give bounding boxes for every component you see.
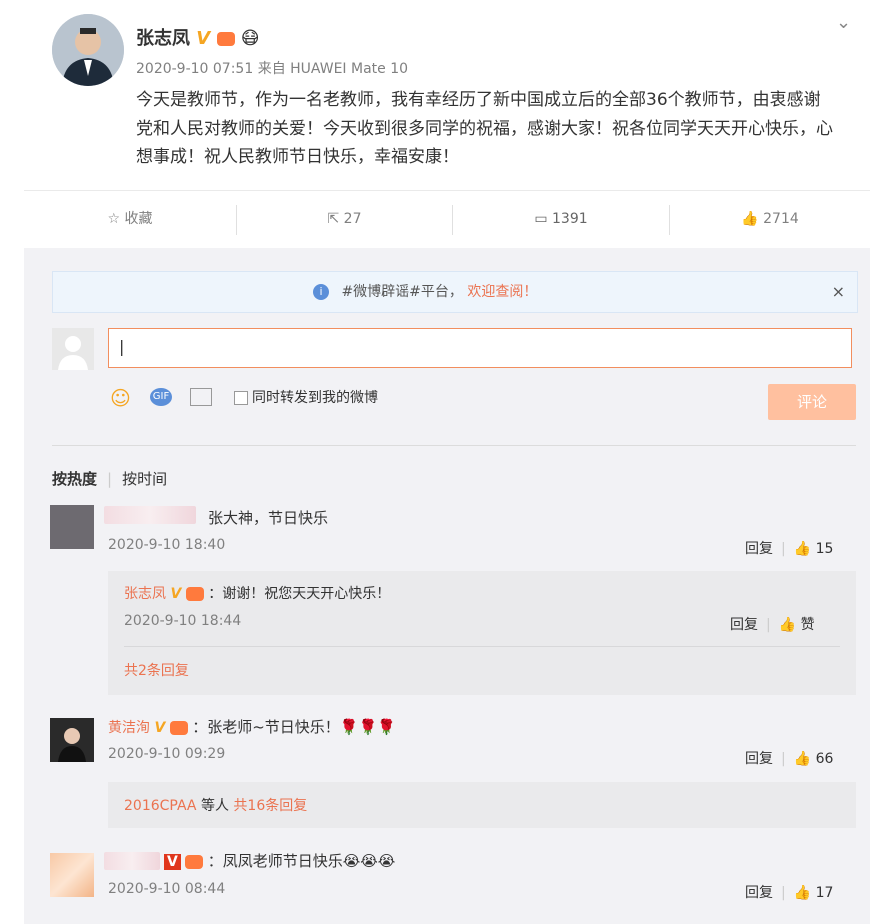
comment-header: 黄洁洵 V ：张老师~节日快乐！🌹🌹🌹: [108, 716, 396, 737]
verified-icon: V: [170, 586, 182, 602]
comment-text: 张大神，节日快乐: [208, 509, 329, 527]
gif-icon[interactable]: GIF: [150, 388, 172, 406]
comment-ops: 回复 | 👍 17: [745, 885, 834, 901]
repost-checkbox[interactable]: [234, 391, 248, 405]
verified-icon: V: [164, 854, 181, 870]
sort-by-hot-tab[interactable]: 按热度: [52, 470, 97, 488]
commenter-avatar[interactable]: [50, 853, 94, 897]
image-icon[interactable]: [190, 388, 212, 406]
member-badge-icon: [185, 855, 204, 869]
verified-icon: V: [154, 720, 166, 736]
reply-button[interactable]: 回复: [730, 617, 758, 633]
star-icon: ☆: [107, 211, 121, 227]
emoji-icon[interactable]: ☺: [110, 386, 131, 410]
reply-ops: 回复 | 👍 赞: [730, 617, 815, 633]
comment-ops: 回复 | 👍 15: [745, 541, 834, 557]
commenter-name-blurred[interactable]: [104, 506, 196, 524]
chevron-down-icon[interactable]: ⌄: [836, 12, 856, 33]
member-badge-icon: [185, 587, 204, 601]
forward-button[interactable]: ⇱ 27: [237, 191, 452, 247]
submit-comment-button[interactable]: 评论: [768, 384, 856, 420]
member-badge-icon: [169, 721, 188, 735]
divider: [124, 646, 840, 647]
favorite-button[interactable]: ☆ 收藏: [24, 191, 236, 247]
comment-input[interactable]: |: [108, 328, 852, 368]
post-content: 今天是教师节，作为一名老教师，我有幸经历了新中国成立后的全部36个教师节，由衷感…: [136, 90, 833, 167]
thumbs-up-icon[interactable]: 👍: [794, 751, 811, 767]
repost-checkbox-label[interactable]: 同时转发到我的微博: [252, 387, 378, 407]
commenter-avatar[interactable]: [50, 718, 94, 762]
more-replies-row: 2016CPAA 等人 共16条回复: [124, 798, 308, 814]
comment-text: ：凤凤老师节日快乐😭😭😭: [207, 852, 396, 870]
thumbs-up-icon[interactable]: 👍: [779, 617, 796, 633]
reply-button[interactable]: 回复: [745, 541, 773, 557]
thumbs-up-icon: 👍: [741, 211, 759, 227]
verified-icon: V: [196, 28, 211, 49]
forward-icon: ⇱: [327, 211, 340, 227]
replier-link[interactable]: 2016CPAA: [124, 798, 197, 814]
notice-link[interactable]: 欢迎查阅！: [467, 284, 537, 300]
author-avatar[interactable]: [52, 14, 124, 86]
commenter-name-blurred[interactable]: [104, 852, 160, 870]
reply-author[interactable]: 张志凤: [124, 586, 166, 602]
more-replies-link[interactable]: 共16条回复: [233, 798, 307, 814]
reply-button[interactable]: 回复: [745, 885, 773, 901]
post-meta: 2020-9-10 07:51 来自 HUAWEI Mate 10: [136, 61, 409, 77]
comment-time: 2020-9-10 09:29: [108, 746, 226, 762]
close-icon[interactable]: ×: [832, 282, 845, 301]
comment-time: 2020-9-10 08:44: [108, 881, 226, 897]
notice-bar: i #微博辟谣#平台， 欢迎查阅！ ×: [52, 271, 858, 313]
thumbs-up-icon[interactable]: 👍: [794, 885, 811, 901]
author-name[interactable]: 张志凤 V 😷: [136, 24, 260, 50]
face-badge-icon: 😷: [240, 28, 260, 49]
comment-header: V ：凤凤老师节日快乐😭😭😭: [164, 850, 395, 871]
reply-button[interactable]: 回复: [745, 751, 773, 767]
sort-by-time-tab[interactable]: 按时间: [122, 470, 167, 488]
reply-item: 张志凤 V ：谢谢！祝您天天开心快乐！: [124, 586, 391, 602]
comment-text: ：张老师~节日快乐！🌹🌹🌹: [192, 718, 396, 736]
reply-time: 2020-9-10 18:44: [124, 613, 242, 629]
member-badge-icon: [216, 32, 235, 46]
like-label[interactable]: 赞: [801, 617, 815, 633]
comment-time: 2020-9-10 18:40: [108, 537, 226, 553]
comment-ops: 回复 | 👍 66: [745, 751, 834, 767]
comment-button[interactable]: ▭ 1391: [453, 191, 669, 247]
info-icon: i: [313, 284, 329, 300]
post-actions: ☆ 收藏 ⇱ 27 ▭ 1391 👍 2714: [24, 191, 870, 247]
comment-icon: ▭: [534, 211, 548, 227]
sort-tabs: 按热度 | 按时间: [52, 470, 168, 488]
my-avatar: [52, 328, 94, 370]
thumbs-up-icon[interactable]: 👍: [794, 541, 811, 557]
like-button[interactable]: 👍 2714: [670, 191, 870, 247]
commenter-name[interactable]: 黄洁洵: [108, 720, 150, 736]
divider: [52, 445, 856, 446]
commenter-avatar[interactable]: [50, 505, 94, 549]
more-replies-link[interactable]: 共2条回复: [124, 660, 189, 680]
